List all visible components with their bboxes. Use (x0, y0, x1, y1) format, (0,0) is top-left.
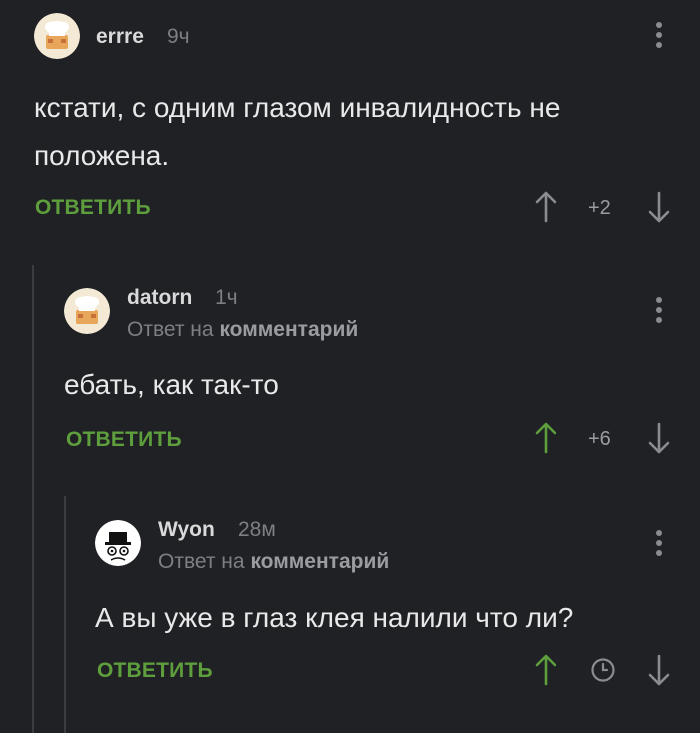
clock-icon (590, 657, 616, 688)
more-options-icon[interactable] (654, 22, 664, 52)
reply-button[interactable]: ОТВЕТИТЬ (35, 196, 151, 220)
comment-datorn: datorn 1ч Ответ на комментарий ебать, ка… (0, 270, 700, 480)
upvote-arrow-icon[interactable] (535, 422, 557, 459)
timestamp: 9ч (167, 25, 190, 48)
reply-target-link[interactable]: комментарий (250, 550, 389, 573)
username[interactable]: datorn (127, 286, 192, 310)
reply-to-label[interactable]: Ответ на комментарий (127, 318, 358, 342)
reply-prefix: Ответ на (127, 318, 214, 341)
more-options-icon[interactable] (654, 297, 664, 327)
comment-text: А вы уже в глаз клея налили что ли? (95, 602, 574, 633)
username[interactable]: errre (96, 25, 144, 49)
reply-prefix: Ответ на (158, 550, 245, 573)
reply-button[interactable]: ОТВЕТИТЬ (97, 659, 213, 683)
score: +2 (588, 197, 611, 219)
avatar-wyon[interactable] (95, 520, 141, 566)
score: +6 (588, 428, 611, 450)
avatar-errre[interactable] (34, 13, 80, 59)
downvote-arrow-icon[interactable] (648, 191, 670, 228)
avatar-datorn[interactable] (64, 288, 110, 334)
more-options-icon[interactable] (654, 530, 664, 560)
reply-target-link[interactable]: комментарий (219, 318, 358, 341)
upvote-arrow-icon[interactable] (535, 191, 557, 228)
comment-text: ебать, как так-то (64, 369, 279, 400)
downvote-arrow-icon[interactable] (648, 654, 670, 691)
comment-text: кстати, с одним глазом инвалидность не п… (34, 92, 561, 171)
comment-thread: errre 9ч кстати, с одним глазом инвалидн… (0, 0, 700, 733)
username[interactable]: Wyon (158, 518, 215, 542)
comment-wyon: Wyon 28м Ответ на комментарий А вы уже в… (0, 500, 700, 733)
downvote-arrow-icon[interactable] (648, 422, 670, 459)
timestamp: 1ч (215, 286, 238, 309)
timestamp: 28м (238, 518, 276, 541)
comment-errre: errre 9ч кстати, с одним глазом инвалидн… (0, 0, 700, 250)
reply-button[interactable]: ОТВЕТИТЬ (66, 428, 182, 452)
reply-to-label[interactable]: Ответ на комментарий (158, 550, 389, 574)
upvote-arrow-icon[interactable] (535, 654, 557, 691)
